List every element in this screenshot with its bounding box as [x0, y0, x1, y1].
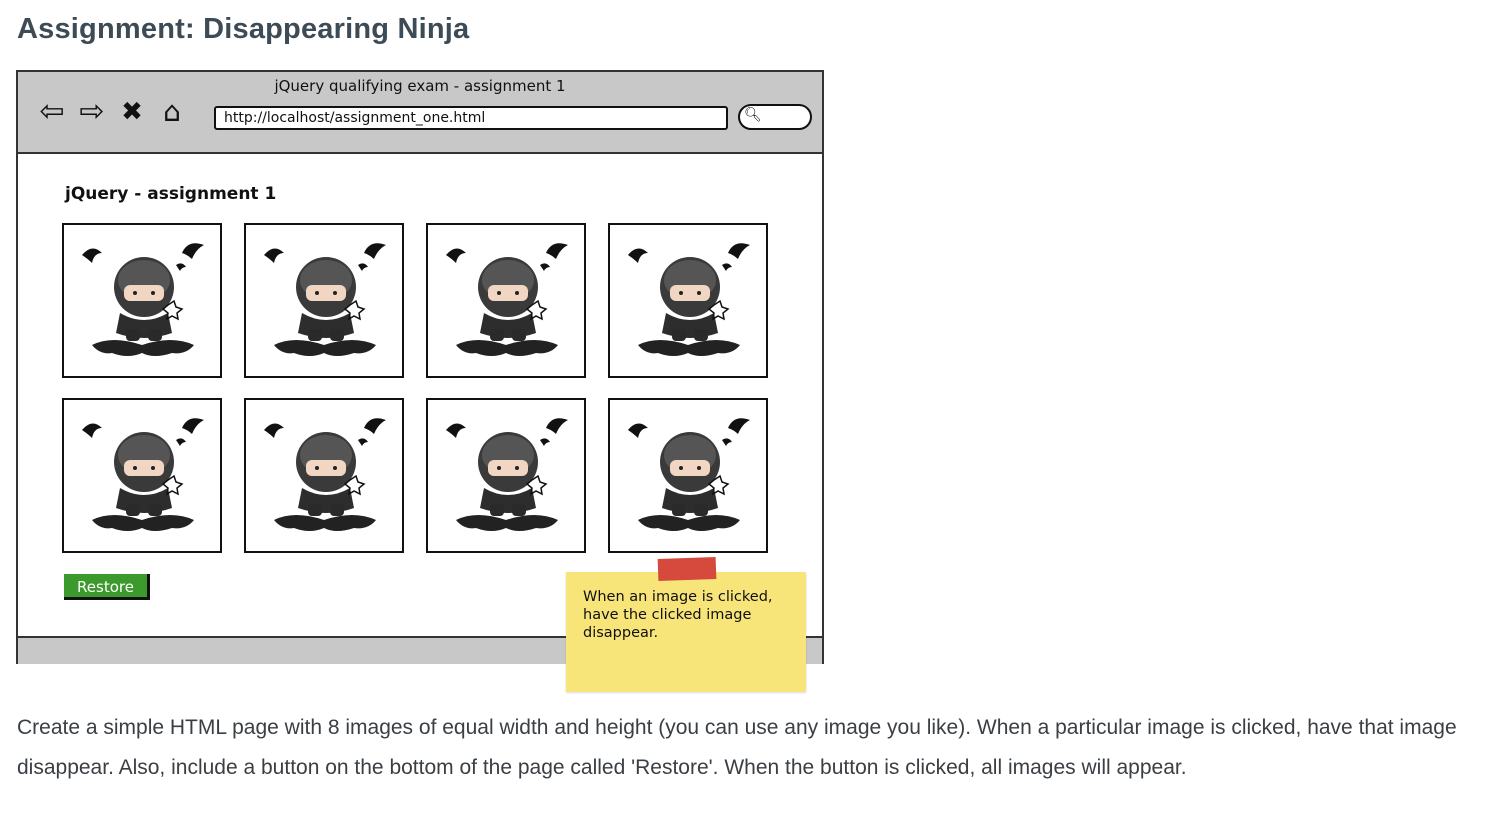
assignment-description: Create a simple HTML page with 8 images … — [17, 716, 1457, 779]
sticky-tape — [657, 556, 717, 582]
restore-button[interactable]: Restore — [64, 574, 150, 600]
ninja-image — [264, 243, 386, 356]
ninja-image — [628, 243, 750, 356]
window-title: jQuery qualifying exam - assignment 1 — [274, 77, 566, 95]
close-icon[interactable]: ✖ — [114, 96, 150, 128]
ninja-image — [628, 418, 750, 531]
search-field[interactable]: 🔍︎ — [738, 104, 812, 130]
ninja-image-tile[interactable] — [426, 398, 586, 553]
url-field[interactable]: http://localhost/assignment_one.html — [214, 106, 728, 130]
ninja-image — [82, 418, 204, 531]
forward-arrow-icon[interactable]: ⇨ — [74, 96, 110, 128]
ninja-image-tile[interactable] — [608, 398, 768, 553]
ninja-image-tile[interactable] — [244, 398, 404, 553]
search-icon: 🔍︎ — [744, 106, 762, 122]
image-grid — [62, 223, 772, 553]
sticky-note: When an image is clicked, have the click… — [566, 556, 806, 692]
browser-chrome: jQuery qualifying exam - assignment 1 ⇦ … — [18, 72, 822, 154]
ninja-image-tile[interactable] — [62, 223, 222, 378]
nav-icons: ⇦ ⇨ ✖ ⌂ — [34, 96, 190, 128]
ninja-image — [82, 243, 204, 356]
back-arrow-icon[interactable]: ⇦ — [34, 96, 70, 128]
ninja-image — [446, 418, 568, 531]
content-title: jQuery - assignment 1 — [65, 184, 277, 204]
page-heading: Assignment: Disappearing Ninja — [17, 13, 470, 45]
ninja-image-tile[interactable] — [426, 223, 586, 378]
ninja-image-tile[interactable] — [62, 398, 222, 553]
home-icon[interactable]: ⌂ — [154, 96, 190, 128]
ninja-image-tile[interactable] — [244, 223, 404, 378]
ninja-image — [446, 243, 568, 356]
ninja-image-tile[interactable] — [608, 223, 768, 378]
ninja-image — [264, 418, 386, 531]
sticky-note-text: When an image is clicked, have the click… — [583, 589, 773, 641]
